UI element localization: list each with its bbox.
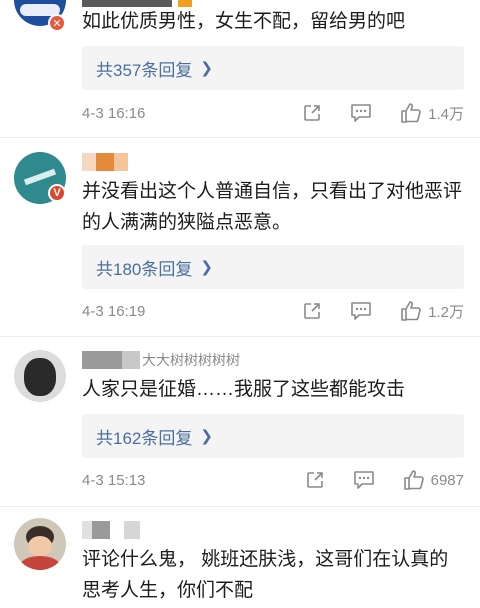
view-replies-link[interactable]: 共180条回复 ❯ [82, 245, 464, 289]
comment-meta: 4-3 16:16 1.4万 [82, 101, 464, 125]
comment-icon [351, 302, 371, 320]
thumbs-up-icon [401, 301, 421, 321]
like-count: 1.4万 [428, 105, 464, 123]
comment-text: 评论什么鬼， 姚班还肤浅，这哥们在认真的思考人生，你们不配 [82, 549, 449, 601]
comment-meta: 4-3 15:13 6987 [82, 468, 464, 492]
avatar[interactable] [14, 350, 66, 402]
thumbs-up-icon [403, 470, 424, 490]
username-visible: 大大树树树树树 [142, 352, 240, 368]
verified-badge: ✕ [48, 14, 66, 32]
comment-meta: 4-3 16:19 1.2万 [82, 299, 464, 323]
chevron-right-icon: ❯ [200, 428, 213, 445]
share-icon [304, 303, 320, 319]
reply-button[interactable] [350, 103, 372, 123]
like-count: 6987 [430, 471, 464, 489]
share-button[interactable] [302, 103, 322, 123]
like-count: 1.2万 [428, 303, 464, 321]
comment-text: 人家只是征婚……我服了这些都能攻击 [82, 379, 406, 400]
like-button[interactable]: 1.4万 [400, 103, 464, 124]
like-button[interactable]: 6987 [403, 470, 464, 490]
comment-time: 4-3 15:13 [82, 471, 146, 489]
share-button[interactable] [302, 301, 322, 321]
reply-button[interactable] [350, 301, 372, 321]
username-redacted[interactable]: 大大树树树树树 [82, 350, 240, 370]
divider [0, 506, 480, 507]
view-replies-link[interactable]: 共162条回复 ❯ [82, 414, 464, 458]
comment-time: 4-3 16:19 [82, 302, 146, 320]
share-icon [306, 472, 323, 488]
share-icon [304, 105, 320, 121]
share-button[interactable] [305, 470, 325, 490]
thumbs-up-icon [401, 103, 421, 123]
comment-text: 并没看出这个人普通自信，只看出了对他恶评的人满满的狭隘点恶意。 [82, 181, 463, 233]
verified-badge: V [48, 184, 66, 202]
like-button[interactable]: 1.2万 [400, 301, 464, 322]
chevron-right-icon: ❯ [200, 60, 213, 77]
comment-time: 4-3 16:16 [82, 104, 146, 122]
avatar[interactable] [14, 518, 66, 570]
comment-icon [351, 104, 371, 122]
username-redacted[interactable] [82, 152, 128, 172]
comment-text: 如此优质男性，女生不配，留给男的吧 [82, 11, 406, 32]
chevron-right-icon: ❯ [200, 259, 213, 276]
divider [0, 336, 480, 337]
view-replies-link[interactable]: 共357条回复 ❯ [82, 46, 464, 90]
divider [0, 137, 480, 138]
reply-button[interactable] [353, 470, 375, 490]
comment-icon [353, 471, 374, 489]
username-redacted[interactable] [82, 520, 140, 540]
